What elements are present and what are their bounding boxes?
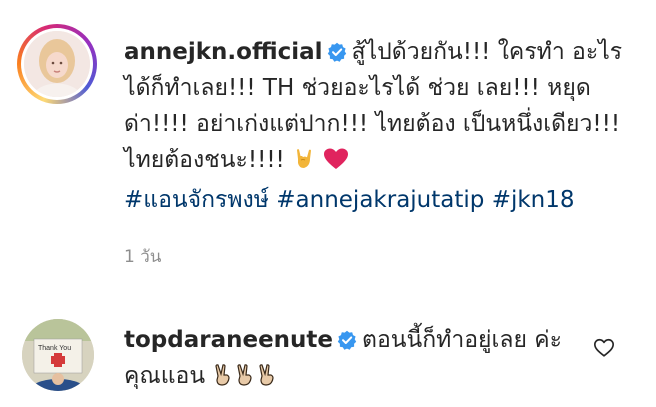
avatar-border bbox=[21, 28, 93, 100]
victory-hand-emoji bbox=[212, 362, 234, 398]
comment-avatar[interactable]: Thank You bbox=[22, 319, 94, 391]
caption-text-block: annejkn.official สู้ไปด้วยกัน!!! ใครทำ อ… bbox=[124, 34, 624, 218]
hashtag-link[interactable]: #jkn18 bbox=[492, 187, 575, 213]
comment-username[interactable]: topdaraneenute bbox=[124, 327, 333, 353]
verified-badge-icon bbox=[327, 42, 346, 62]
victory-hand-emoji bbox=[256, 362, 278, 398]
hashtag-link[interactable]: #annejakrajutatip bbox=[276, 187, 484, 213]
post-timestamp[interactable]: 1 วัน bbox=[124, 246, 161, 268]
verified-badge-icon bbox=[337, 330, 357, 350]
red-heart-emoji bbox=[323, 146, 349, 182]
hashtag-link[interactable]: #แอนจักรพงษ์ bbox=[124, 187, 269, 213]
avatar-sign-text: Thank You bbox=[38, 345, 71, 352]
like-comment-button[interactable] bbox=[593, 337, 615, 359]
victory-hand-emoji bbox=[234, 362, 256, 398]
heart-outline-icon bbox=[594, 338, 614, 357]
avatar[interactable] bbox=[24, 31, 90, 97]
rock-hand-emoji bbox=[292, 146, 316, 182]
comment-avatar-photo-icon: Thank You bbox=[22, 319, 94, 391]
comment-text-block: topdaraneenute ตอนนี้ก็ทำอยู่เลย ค่ะคุณแ… bbox=[124, 322, 594, 398]
avatar-photo-icon bbox=[24, 31, 90, 97]
profile-avatar-ring[interactable] bbox=[17, 24, 97, 104]
post-username[interactable]: annejkn.official bbox=[124, 39, 323, 65]
